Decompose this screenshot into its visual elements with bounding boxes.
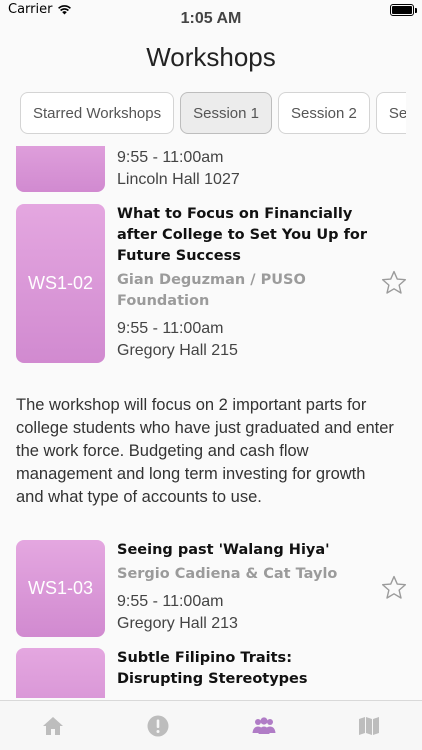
workshop-list[interactable]: 9:55 - 11:00am Lincoln Hall 1027 WS1-02 … — [0, 146, 422, 698]
workshop-presenter: Sergio Cadiena & Cat Taylo — [117, 566, 338, 582]
star-icon[interactable] — [380, 574, 408, 602]
tab-starred-workshops[interactable]: Starred Workshops — [20, 92, 175, 134]
workshop-room: Gregory Hall 213 — [117, 615, 238, 632]
tab-session-2[interactable]: Session 2 — [277, 92, 370, 134]
workshop-code-badge: WS1-03 — [16, 540, 105, 637]
tab-workshops[interactable] — [211, 701, 317, 750]
map-icon — [359, 716, 380, 735]
bottom-tab-bar — [0, 700, 422, 750]
tab-home[interactable] — [0, 701, 106, 750]
status-bar: Carrier 1:05 AM — [0, 0, 422, 27]
workshop-time: 9:55 - 11:00am — [117, 149, 224, 166]
tab-map[interactable] — [317, 701, 422, 750]
clock: 1:05 AM — [180, 10, 242, 27]
workshop-code-badge: WS1-02 — [16, 204, 105, 363]
tab-alerts[interactable] — [106, 701, 212, 750]
workshop-presenter: Gian Deguzman / PUSO Foundation — [117, 272, 306, 309]
workshop-title: What to Focus on Financially after Colle… — [117, 206, 368, 264]
workshop-thumbnail — [16, 648, 105, 698]
people-icon — [252, 716, 276, 734]
tab-session-1[interactable]: Session 1 — [180, 92, 272, 134]
page-title: Workshops — [146, 42, 276, 72]
tab-session-3[interactable]: Session 3 — [375, 92, 406, 134]
home-icon — [42, 716, 63, 735]
workshop-time: 9:55 - 11:00am — [117, 593, 224, 610]
workshop-thumbnail — [16, 146, 105, 192]
battery-icon — [390, 4, 417, 16]
workshop-room: Lincoln Hall 1027 — [117, 171, 240, 188]
workshop-title: Subtle Filipino Traits: Disrupting Stere… — [117, 650, 308, 687]
session-tabs: Starred Workshops Session 1 Session 2 Se… — [20, 92, 406, 134]
workshop-description: The workshop will focus on 2 important p… — [16, 396, 394, 506]
alert-icon — [147, 715, 169, 736]
star-icon[interactable] — [380, 269, 408, 297]
workshop-room: Gregory Hall 215 — [117, 342, 238, 359]
workshop-time: 9:55 - 11:00am — [117, 320, 224, 337]
workshop-title: Seeing past 'Walang Hiya' — [117, 542, 330, 558]
